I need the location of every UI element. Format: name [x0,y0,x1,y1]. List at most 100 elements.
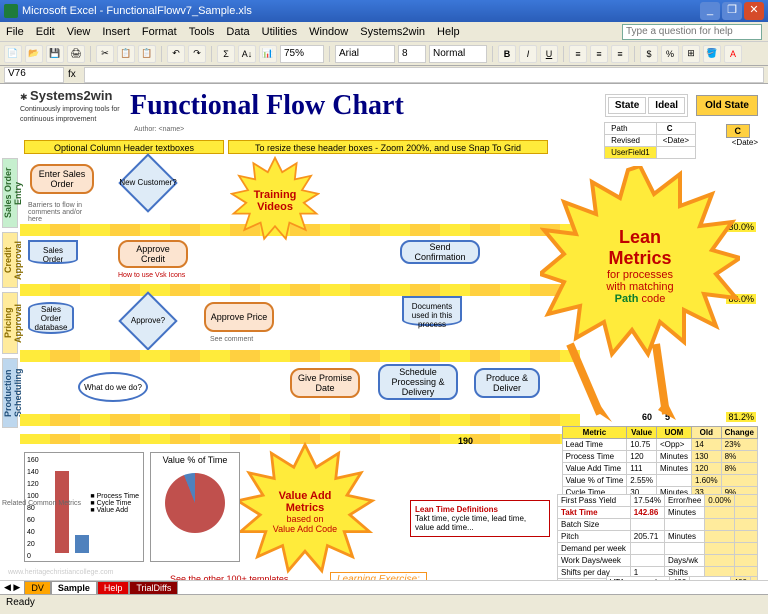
sheet-tabs-bar: ◀ ▶ DV Sample Help TrialDiffs [0,580,768,594]
arrow-to-old [636,334,686,430]
strip-2 [20,284,580,296]
tab-dv[interactable]: DV [24,581,51,595]
bold-icon[interactable]: B [498,45,516,63]
menu-edit[interactable]: Edit [36,26,55,38]
name-box[interactable]: V76 [4,67,64,83]
menu-tools[interactable]: Tools [189,26,215,38]
strip-3 [20,350,580,362]
app-name: Microsoft Excel [22,5,97,17]
excel-icon [4,4,18,18]
menu-file[interactable]: File [6,26,24,38]
pie-title: Value % of Time [151,453,239,467]
menu-systems2win[interactable]: Systems2win [360,26,425,38]
close-button[interactable]: ✕ [744,2,764,20]
fillcolor-icon[interactable]: 🪣 [703,45,721,63]
bar-chart: 160140120100806040200 ■ Process Time ■ C… [24,452,144,562]
see-comment: See comment [210,336,253,343]
percent-icon[interactable]: % [661,45,679,63]
page-title: Functional Flow Chart [130,90,605,122]
burst-training: Training Videos [230,156,320,246]
underline-icon[interactable]: U [540,45,558,63]
menu-bar: File Edit View Insert Format Tools Data … [0,22,768,42]
systems2win-logo: ✱ Systems2winContinuously improving tool… [20,88,130,123]
worksheet-area[interactable]: ✱ Systems2winContinuously improving tool… [0,84,768,594]
strip-4 [20,414,580,426]
cloud-what-do[interactable]: What do we do? [78,372,148,402]
fx-icon[interactable]: fx [68,69,76,80]
fontcolor-icon[interactable]: A [724,45,742,63]
pie-graphic [165,473,225,533]
box-send-confirmation[interactable]: Send Confirmation [400,240,480,264]
formula-input[interactable] [84,67,764,83]
lean-definitions-box[interactable]: Lean Time Definitions Takt time, cycle t… [410,500,550,537]
icons-note: How to use Vsk Icons [118,272,185,279]
status-text: Ready [6,597,35,608]
box-enter-sales[interactable]: Enter Sales Order [30,164,94,194]
sort-icon[interactable]: A↓ [238,45,256,63]
copy-icon[interactable]: 📋 [117,45,135,63]
undo-icon[interactable]: ↶ [167,45,185,63]
watermark: www.heritagechristiancollege.com [8,569,113,576]
old-state-header: Old State [696,95,758,116]
menu-utilities[interactable]: Utilities [262,26,297,38]
save-icon[interactable]: 💾 [46,45,64,63]
align-right-icon[interactable]: ≡ [611,45,629,63]
fontsize-dropdown[interactable]: 8 [398,45,426,63]
align-left-icon[interactable]: ≡ [569,45,587,63]
open-icon[interactable]: 📂 [25,45,43,63]
tab-nav[interactable]: ◀ ▶ [0,582,24,593]
state-table: StateIdeal [605,94,688,117]
menu-data[interactable]: Data [226,26,249,38]
menu-format[interactable]: Format [142,26,177,38]
box-schedule[interactable]: Schedule Processing & Delivery [378,364,458,400]
pct-3: 81.2% [726,412,756,422]
old-date: <Date> [732,138,758,147]
formula-bar: V76 fx [0,66,768,84]
borders-icon[interactable]: ⊞ [682,45,700,63]
val-190: 190 [458,436,473,446]
help-search[interactable] [622,24,762,40]
yellow-header-2: To resize these header boxes - Zoom 200%… [228,140,548,154]
barriers-note: Barriers to flow in comments and/or here [28,202,98,223]
lane-sales-order: Sales Order Entry [2,158,18,228]
lane-pricing: Pricing Approval [2,292,18,354]
print-icon[interactable]: 🖨 [67,45,85,63]
box-give-promise[interactable]: Give Promise Date [290,368,360,398]
menu-help[interactable]: Help [437,26,460,38]
cut-icon[interactable]: ✂ [96,45,114,63]
redo-icon[interactable]: ↷ [188,45,206,63]
diamond-approve[interactable]: Approve? [118,300,178,340]
tab-help[interactable]: Help [97,581,130,595]
font-dropdown[interactable]: Arial [335,45,395,63]
title-bar: Microsoft Excel - FunctionalFlowv7_Sampl… [0,0,768,22]
bar-1 [55,471,69,553]
restore-button[interactable]: ❐ [722,2,742,20]
chart-icon[interactable]: 📊 [259,45,277,63]
paste-icon[interactable]: 📋 [138,45,156,63]
diamond-new-customer[interactable]: New Customer? [118,162,178,202]
doc-process-docs[interactable]: Documents used in this process [402,296,462,326]
menu-window[interactable]: Window [309,26,348,38]
italic-icon[interactable]: I [519,45,537,63]
box-approve-credit[interactable]: Approve Credit [118,240,188,268]
zoom-dropdown[interactable]: 75% [280,45,324,63]
status-bar: Ready [0,594,768,612]
box-produce[interactable]: Produce & Deliver [474,368,540,398]
yellow-header-1: Optional Column Header textboxes [24,140,224,154]
pie-chart: Value % of Time [150,452,240,562]
sum-icon[interactable]: Σ [217,45,235,63]
align-center-icon[interactable]: ≡ [590,45,608,63]
minimize-button[interactable]: _ [700,2,720,20]
tab-trialdiffs[interactable]: TrialDiffs [129,581,178,595]
tab-sample[interactable]: Sample [51,581,97,595]
menu-view[interactable]: View [67,26,91,38]
new-icon[interactable]: 📄 [4,45,22,63]
box-approve-price[interactable]: Approve Price [204,302,274,332]
file-name: FunctionalFlowv7_Sample.xls [106,5,252,17]
menu-insert[interactable]: Insert [102,26,130,38]
style-dropdown[interactable]: Normal [429,45,487,63]
db-sales-order[interactable]: Sales Order database [28,302,74,334]
doc-sales-order[interactable]: Sales Order [28,240,78,264]
currency-icon[interactable]: $ [640,45,658,63]
burst-value-add: Value Add Metrics based on Value Add Cod… [230,442,380,582]
